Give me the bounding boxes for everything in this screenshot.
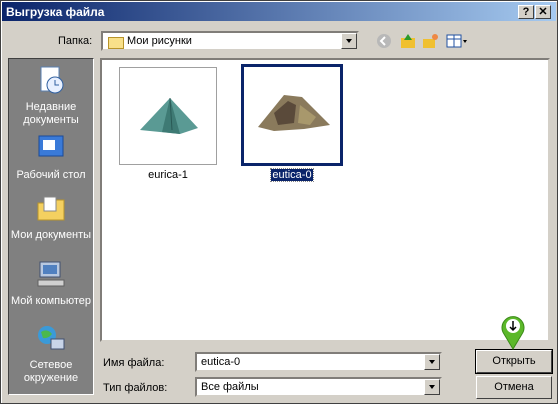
filename-value: eutica-0 bbox=[201, 356, 241, 368]
file-name[interactable]: eurica-1 bbox=[119, 169, 217, 181]
open-button[interactable]: Открыть bbox=[475, 349, 553, 374]
place-label: Сетевое окружение bbox=[23, 359, 79, 384]
file-list[interactable]: eurica-1 eutica-0 bbox=[100, 58, 550, 342]
up-folder-icon[interactable] bbox=[399, 32, 417, 50]
close-button[interactable]: ✕ bbox=[535, 5, 551, 19]
file-thumbnail-eurica-1[interactable] bbox=[119, 67, 217, 165]
file-thumbnail-eutica-0[interactable] bbox=[241, 64, 343, 166]
filetype-value: Все файлы bbox=[201, 381, 259, 393]
tent-image bbox=[258, 95, 330, 131]
folder-combo[interactable]: Мои рисунки bbox=[101, 31, 359, 51]
folder-label: Папка: bbox=[58, 35, 93, 47]
title-bar: Выгрузка файла ? ✕ bbox=[2, 2, 556, 21]
back-icon[interactable] bbox=[375, 32, 393, 50]
cancel-button[interactable]: Отмена bbox=[476, 376, 552, 399]
place-recent[interactable]: Недавние документы bbox=[9, 65, 93, 127]
view-menu-icon[interactable] bbox=[445, 32, 469, 50]
place-label: Недавние документы bbox=[23, 101, 79, 126]
folder-icon bbox=[108, 37, 124, 49]
filetype-label: Тип файлов: bbox=[103, 382, 168, 394]
place-desktop[interactable]: Рабочий стол bbox=[9, 133, 93, 182]
place-label: Мои документы bbox=[10, 229, 92, 241]
file-name-selected[interactable]: eutica-0 bbox=[241, 168, 343, 182]
chevron-down-icon[interactable] bbox=[341, 33, 357, 49]
chevron-down-icon[interactable] bbox=[424, 354, 440, 370]
file-upload-dialog: Выгрузка файла ? ✕ Папка: Мои рисунки Не… bbox=[0, 0, 558, 404]
place-my-documents[interactable]: Мои документы bbox=[9, 193, 93, 242]
window-title: Выгрузка файла bbox=[6, 5, 105, 19]
help-button[interactable]: ? bbox=[518, 5, 534, 19]
place-my-computer[interactable]: Мой компьютер bbox=[9, 259, 93, 308]
new-folder-icon[interactable] bbox=[421, 32, 439, 50]
pointer-marker-icon bbox=[501, 316, 525, 350]
my-computer-icon bbox=[37, 261, 65, 287]
desktop-icon bbox=[38, 135, 64, 157]
place-network[interactable]: Сетевое окружение bbox=[9, 323, 93, 385]
filetype-select[interactable]: Все файлы bbox=[195, 377, 442, 397]
my-documents-icon bbox=[37, 196, 65, 221]
folder-value: Мои рисунки bbox=[127, 35, 192, 47]
place-label: Рабочий стол bbox=[16, 169, 86, 181]
place-label: Мой компьютер bbox=[10, 295, 92, 307]
filename-input[interactable]: eutica-0 bbox=[195, 352, 442, 372]
network-icon bbox=[38, 326, 65, 350]
places-bar: Недавние документы Рабочий стол Мои доку… bbox=[8, 58, 94, 395]
tent-image bbox=[140, 97, 198, 134]
recent-documents-icon bbox=[40, 66, 64, 94]
chevron-down-icon[interactable] bbox=[424, 379, 440, 395]
filename-label: Имя файла: bbox=[103, 357, 165, 369]
